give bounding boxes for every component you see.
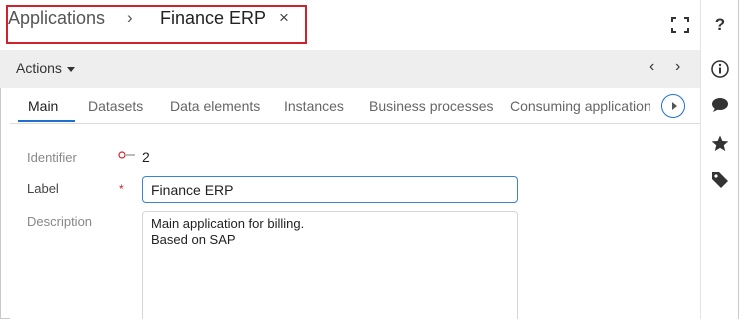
tag-icon[interactable] bbox=[701, 167, 739, 193]
identifier-label: Identifier bbox=[27, 150, 77, 165]
header: Applications › Finance ERP × bbox=[0, 0, 700, 50]
right-rail: ? bbox=[700, 0, 738, 319]
comment-icon[interactable] bbox=[701, 92, 739, 118]
actions-menu-button[interactable]: Actions bbox=[16, 60, 75, 76]
active-tab-indicator bbox=[18, 120, 75, 122]
help-icon-glyph: ? bbox=[714, 15, 726, 34]
actions-toolbar: Actions ‹ › bbox=[0, 50, 700, 88]
chevron-left-icon[interactable]: ‹ bbox=[649, 58, 654, 76]
scroll-right-arrow bbox=[671, 102, 677, 110]
tab-consuming-applications[interactable]: Consuming applications bbox=[510, 98, 659, 114]
key-icon bbox=[118, 151, 135, 159]
breadcrumb-separator-icon: › bbox=[127, 8, 133, 27]
star-icon[interactable] bbox=[701, 130, 739, 156]
description-field[interactable]: Main application for billing. Based on S… bbox=[142, 211, 518, 319]
scroll-right-icon[interactable] bbox=[661, 94, 685, 118]
close-icon[interactable]: × bbox=[279, 8, 289, 28]
actions-label: Actions bbox=[16, 60, 62, 76]
tab-bar: Main Datasets Data elements Instances Bu… bbox=[10, 88, 700, 124]
label-field[interactable] bbox=[142, 176, 518, 203]
help-icon[interactable]: ? bbox=[701, 12, 739, 38]
info-icon[interactable] bbox=[701, 56, 739, 82]
identifier-value: 2 bbox=[142, 149, 150, 165]
tab-datasets[interactable]: Datasets bbox=[88, 98, 143, 114]
tab-data-elements[interactable]: Data elements bbox=[170, 98, 260, 114]
breadcrumb-applications-link[interactable]: Applications bbox=[8, 8, 105, 29]
chevron-down-icon bbox=[66, 66, 75, 72]
tab-instances[interactable]: Instances bbox=[284, 98, 344, 114]
chevron-right-icon[interactable]: › bbox=[675, 58, 680, 76]
description-label: Description bbox=[27, 214, 93, 229]
fullscreen-icon[interactable] bbox=[671, 17, 689, 33]
tab-main[interactable]: Main bbox=[28, 98, 58, 114]
label-field-label: Label bbox=[27, 181, 59, 196]
page-title: Finance ERP bbox=[160, 8, 267, 28]
tab-business-processes[interactable]: Business processes bbox=[369, 98, 494, 114]
required-marker: * bbox=[119, 182, 124, 196]
